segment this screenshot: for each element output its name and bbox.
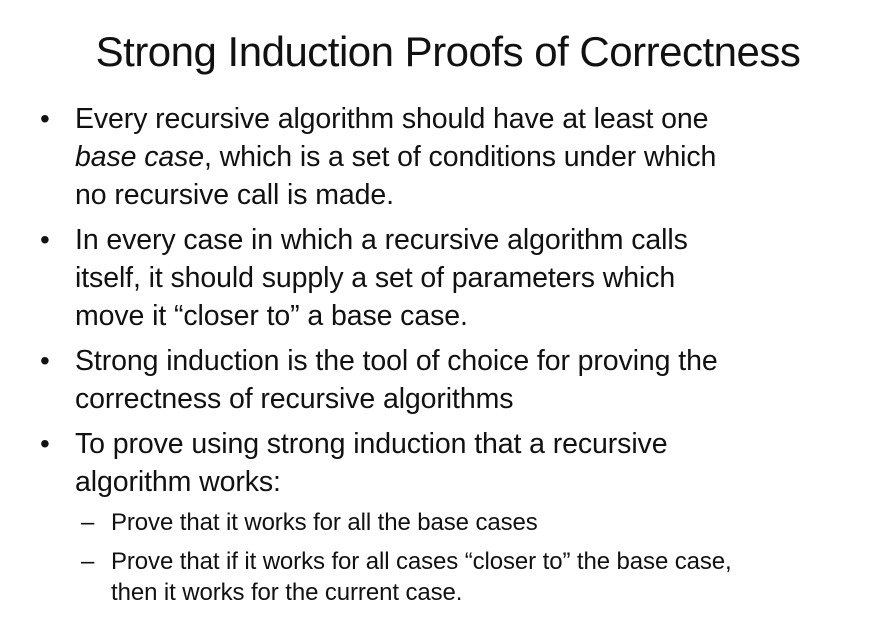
sub-bullet-inductive-step: – Prove that if it works for all cases “…	[73, 546, 876, 608]
bullet-text-line: itself, it should supply a set of parame…	[75, 262, 676, 294]
sub-bullet-list: – Prove that it works for all the base c…	[75, 507, 876, 608]
bullet-text-line: Strong induction is the tool of choice f…	[75, 345, 718, 377]
bullet-text-line: algorithm works:	[75, 466, 281, 498]
bullet-marker: •	[40, 345, 50, 376]
bullet-item-base-case: • Every recursive algorithm should have …	[36, 100, 876, 214]
bullet-marker: •	[40, 224, 50, 255]
sub-bullet-text-line: then it works for the current case.	[111, 579, 463, 606]
bullet-text-line: move it “closer to” a base case.	[75, 300, 468, 332]
slide-title: Strong Induction Proofs of Correctness	[95, 28, 801, 75]
bullet-item-strong-induction: • Strong induction is the tool of choice…	[36, 342, 876, 418]
bullet-text-line: no recursive call is made.	[75, 179, 394, 211]
sub-bullet-base-cases: – Prove that it works for all the base c…	[73, 507, 876, 538]
slide: Strong Induction Proofs of Correctness •…	[0, 0, 896, 643]
sub-bullet-text-line: Prove that if it works for all cases “cl…	[111, 548, 732, 575]
bullet-item-proof-steps: • To prove using strong induction that a…	[36, 425, 876, 608]
sub-bullet-marker: –	[81, 509, 95, 536]
bullet-marker: •	[40, 103, 50, 134]
sub-bullet-marker: –	[81, 548, 95, 575]
bullet-text-line: correctness of recursive algorithms	[75, 383, 514, 415]
bullet-text-fragment: , which is a set of conditions under whi…	[204, 141, 717, 173]
bullet-item-recursive-call: • In every case in which a recursive alg…	[36, 221, 876, 335]
bullet-text-line: base case, which is a set of conditions …	[75, 138, 876, 176]
emphasized-term: base case	[75, 141, 205, 173]
bullet-text-line: Every recursive algorithm should have at…	[75, 103, 709, 135]
sub-bullet-text-line: Prove that it works for all the base cas…	[111, 509, 538, 536]
bullet-marker: •	[40, 428, 50, 459]
bullet-text-line: To prove using strong induction that a r…	[75, 428, 668, 460]
bullet-list: • Every recursive algorithm should have …	[36, 100, 876, 616]
bullet-text-line: In every case in which a recursive algor…	[75, 224, 688, 256]
